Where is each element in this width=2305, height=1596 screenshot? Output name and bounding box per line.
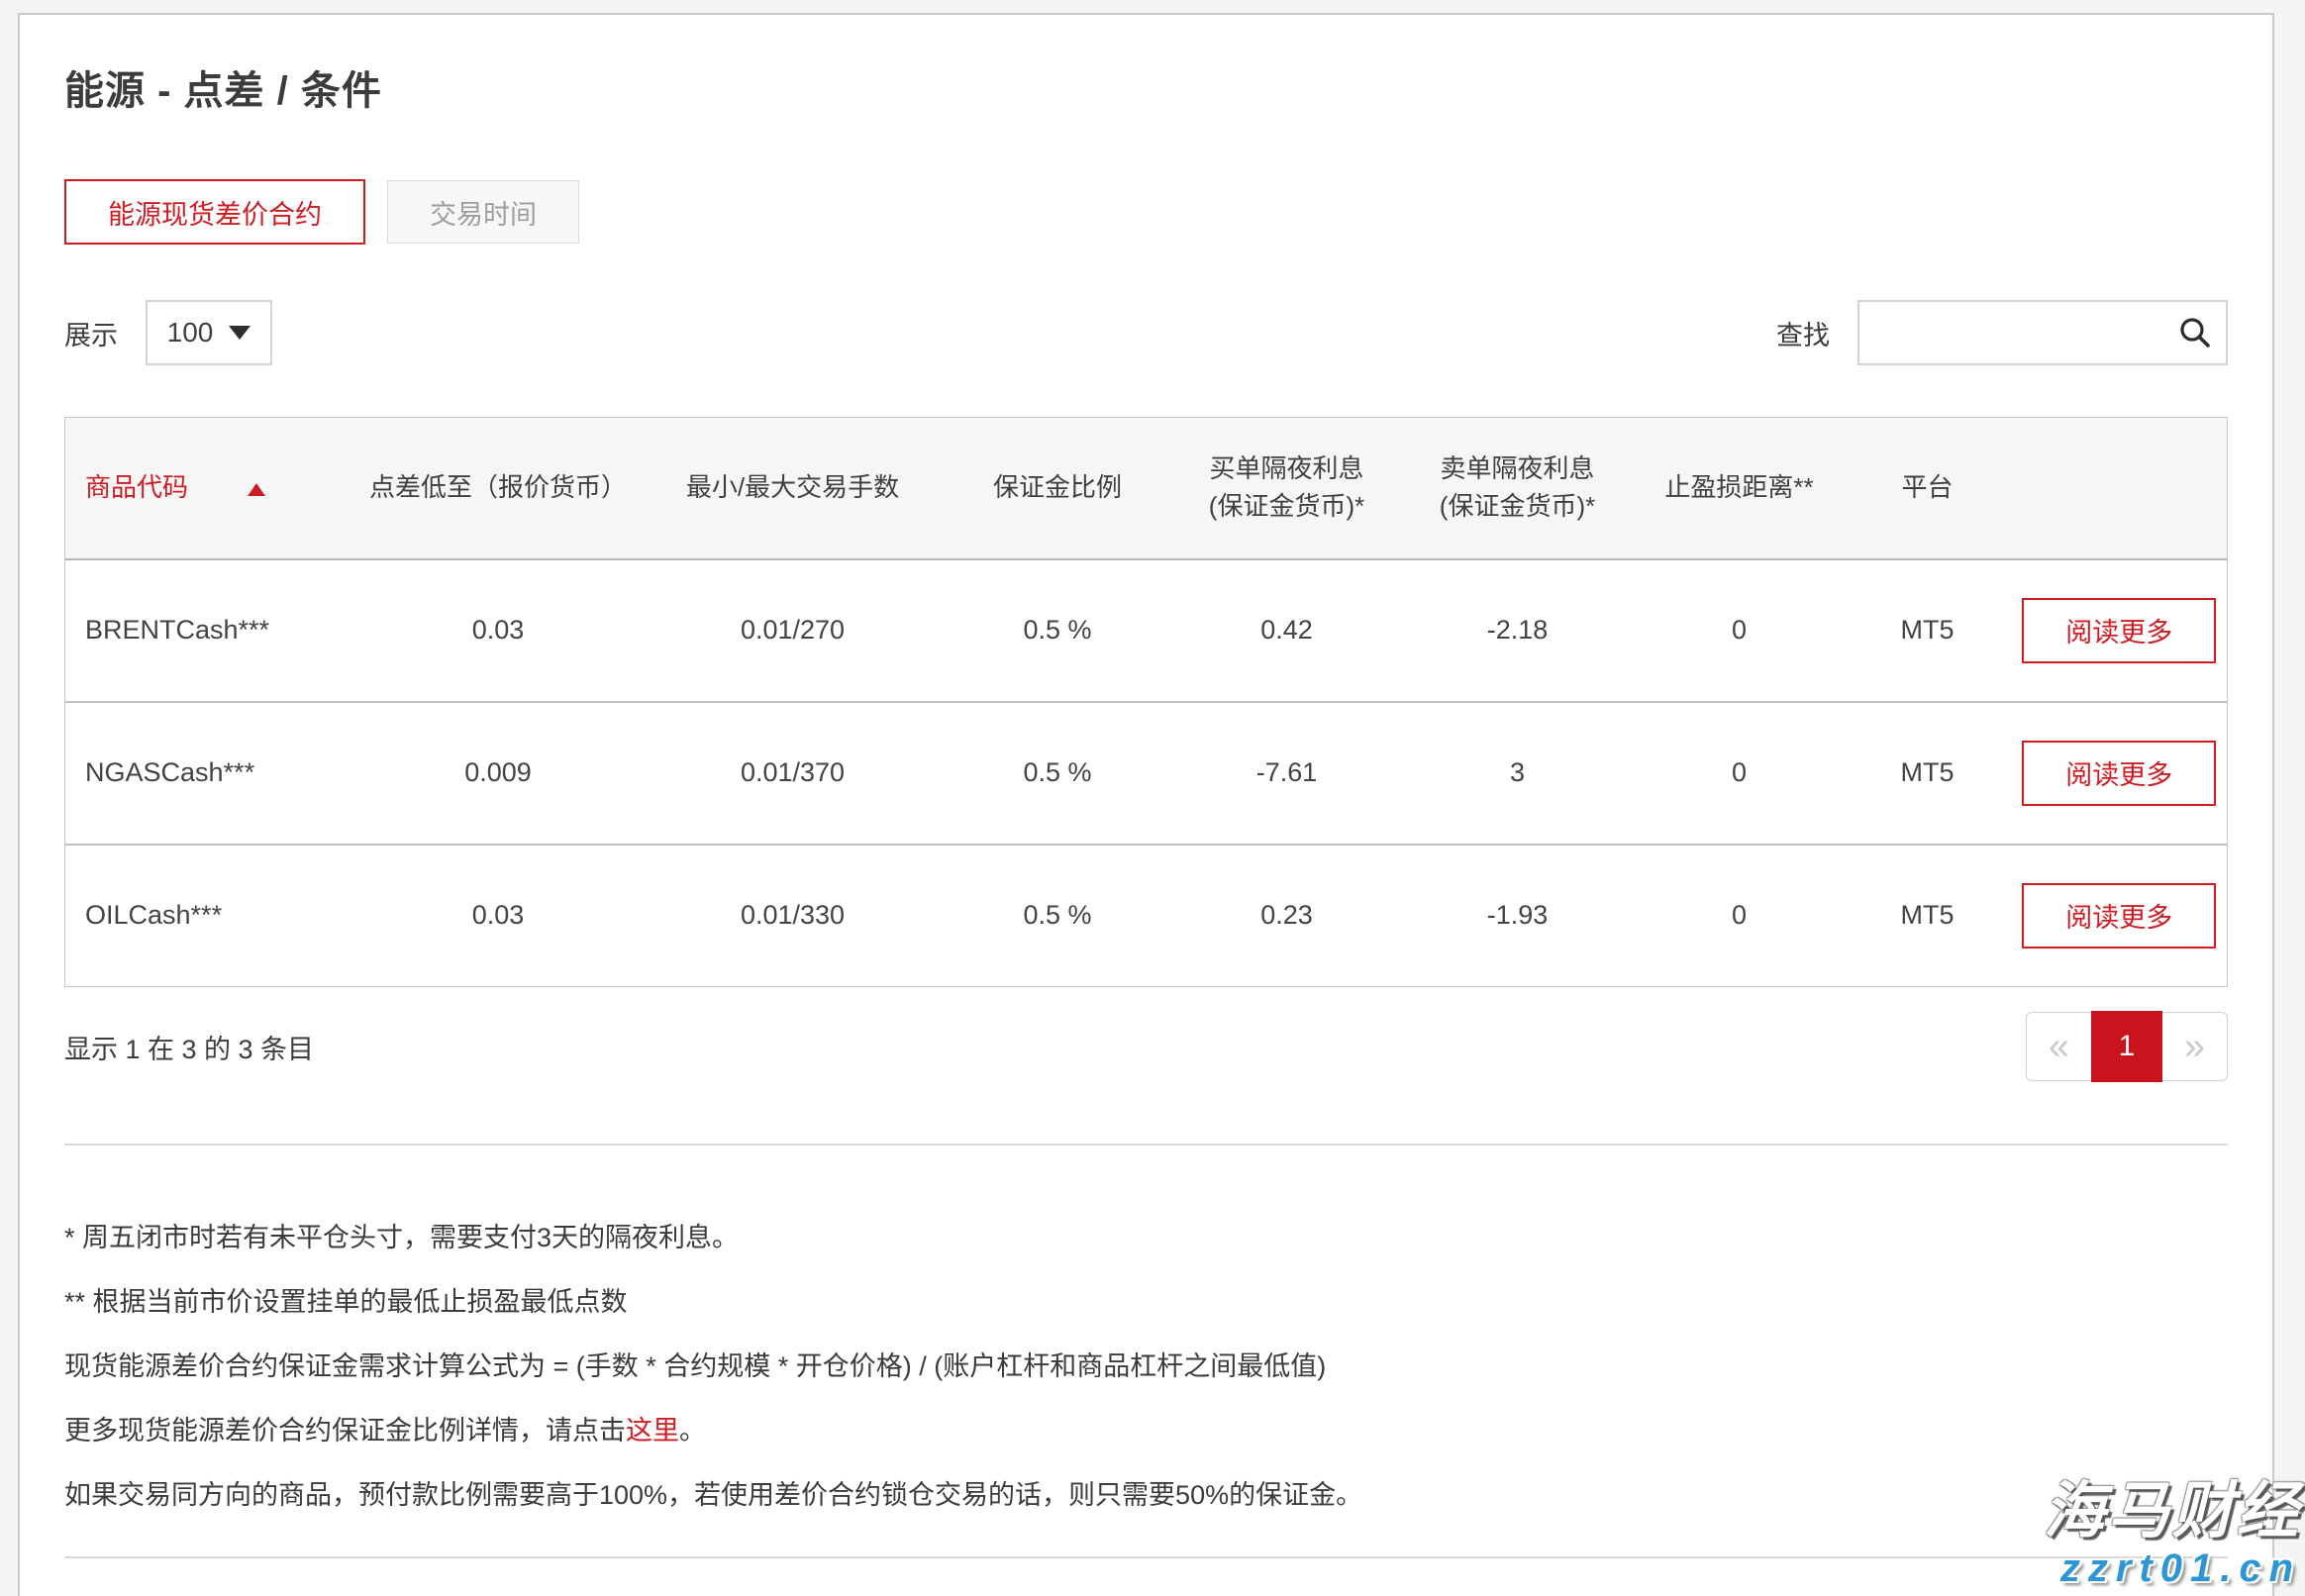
read-more-button[interactable]: 阅读更多: [2022, 741, 2216, 806]
search-group: 查找: [1776, 300, 2228, 365]
table-row: BRENTCash*** 0.03 0.01/270 0.5 % 0.42 -2…: [65, 559, 2228, 702]
page-size-group: 展示 100: [64, 300, 272, 365]
page-size-value: 100: [167, 317, 214, 349]
spreads-table: 商品代码 点差低至（报价货币） 最小/最大交易手数 保证金比例 买单隔夜利息 (…: [64, 417, 2228, 987]
column-header-swap-short[interactable]: 卖单隔夜利息 (保证金货币)*: [1400, 418, 1636, 559]
cell-swap-short: -2.18: [1400, 559, 1636, 702]
cell-actions: 阅读更多: [2012, 845, 2228, 987]
pager: « 1 »: [2026, 1011, 2228, 1082]
column-header-stop-level[interactable]: 止盈损距离**: [1636, 418, 1844, 559]
cell-stop-level: 0: [1636, 702, 1844, 845]
cell-stop-level: 0: [1636, 559, 1844, 702]
cell-symbol: OILCash***: [65, 845, 352, 987]
page-size-select[interactable]: 100: [146, 300, 272, 365]
tab-bar: 能源现货差价合约 交易时间: [64, 179, 2228, 245]
content-card: 能源 - 点差 / 条件 能源现货差价合约 交易时间 展示 100 查找: [18, 13, 2274, 1596]
note-more-details-suffix: 。: [679, 1416, 706, 1446]
cell-stop-level: 0: [1636, 845, 1844, 987]
cell-spread: 0.03: [352, 559, 645, 702]
note-margin-formula: 现货能源差价合约保证金需求计算公式为 = (手数 * 合约规模 * 开仓价格) …: [64, 1353, 2228, 1380]
section-divider: [64, 1144, 2228, 1146]
column-header-symbol[interactable]: 商品代码: [65, 418, 352, 559]
pagination-last-button[interactable]: »: [2162, 1012, 2228, 1081]
read-more-button[interactable]: 阅读更多: [2022, 598, 2216, 663]
cell-lots: 0.01/370: [645, 702, 942, 845]
here-link[interactable]: 这里: [626, 1416, 679, 1446]
chevron-down-icon: [229, 326, 251, 340]
note-stop-points: ** 根据当前市价设置挂单的最低止损盈最低点数: [64, 1289, 2228, 1316]
pagination-page-1-button[interactable]: 1: [2091, 1011, 2162, 1082]
column-header-margin[interactable]: 保证金比例: [942, 418, 1174, 559]
cell-platform: MT5: [1844, 702, 2012, 845]
cell-symbol: BRENTCash***: [65, 559, 352, 702]
column-header-platform[interactable]: 平台: [1844, 418, 2012, 559]
column-header-swap-short-label: 卖单隔夜利息 (保证金货币)*: [1424, 450, 1612, 525]
table-controls: 展示 100 查找: [64, 300, 2228, 365]
show-label: 展示: [64, 314, 118, 352]
cell-swap-long: -7.61: [1174, 702, 1400, 845]
cell-platform: MT5: [1844, 559, 2012, 702]
cell-spread: 0.03: [352, 845, 645, 987]
cell-swap-short: -1.93: [1400, 845, 1636, 987]
table-row: OILCash*** 0.03 0.01/330 0.5 % 0.23 -1.9…: [65, 845, 2228, 987]
cell-spread: 0.009: [352, 702, 645, 845]
pagination-first-button[interactable]: «: [2026, 1012, 2091, 1081]
read-more-button[interactable]: 阅读更多: [2022, 883, 2216, 948]
column-header-swap-long[interactable]: 买单隔夜利息 (保证金货币)*: [1174, 418, 1400, 559]
cell-swap-long: 0.42: [1174, 559, 1400, 702]
search-input[interactable]: [1859, 302, 2226, 363]
tab-trading-hours[interactable]: 交易时间: [387, 180, 579, 244]
cell-symbol: NGASCash***: [65, 702, 352, 845]
cell-swap-long: 0.23: [1174, 845, 1400, 987]
cell-platform: MT5: [1844, 845, 2012, 987]
search-box: [1857, 300, 2228, 365]
bottom-divider: [64, 1556, 2228, 1558]
column-header-spread[interactable]: 点差低至（报价货币）: [352, 418, 645, 559]
note-more-details-prefix: 更多现货能源差价合约保证金比例详情，请点击: [64, 1416, 626, 1446]
page-viewport: 能源 - 点差 / 条件 能源现货差价合约 交易时间 展示 100 查找: [0, 0, 2305, 1596]
cell-lots: 0.01/330: [645, 845, 942, 987]
search-label: 查找: [1776, 314, 1830, 352]
cell-lots: 0.01/270: [645, 559, 942, 702]
cell-margin: 0.5 %: [942, 559, 1174, 702]
column-header-symbol-label: 商品代码: [85, 472, 188, 502]
entries-summary: 显示 1 在 3 的 3 条目: [64, 1028, 314, 1066]
note-more-details: 更多现货能源差价合约保证金比例详情，请点击这里。: [64, 1418, 2228, 1445]
note-hedging: 如果交易同方向的商品，预付款比例需要高于100%，若使用差价合约锁仓交易的话，则…: [64, 1482, 2228, 1509]
pagination-row: 显示 1 在 3 的 3 条目 « 1 »: [64, 1011, 2228, 1082]
table-row: NGASCash*** 0.009 0.01/370 0.5 % -7.61 3…: [65, 702, 2228, 845]
note-swap-friday: * 周五闭市时若有未平仓头寸，需要支付3天的隔夜利息。: [64, 1225, 2228, 1251]
column-header-lots[interactable]: 最小/最大交易手数: [645, 418, 942, 559]
cell-actions: 阅读更多: [2012, 702, 2228, 845]
cell-margin: 0.5 %: [942, 845, 1174, 987]
footnotes: * 周五闭市时若有未平仓头寸，需要支付3天的隔夜利息。 ** 根据当前市价设置挂…: [64, 1225, 2228, 1509]
cell-actions: 阅读更多: [2012, 559, 2228, 702]
page-title: 能源 - 点差 / 条件: [64, 58, 2228, 116]
cell-margin: 0.5 %: [942, 702, 1174, 845]
search-icon: [2176, 314, 2214, 351]
column-header-actions: [2012, 418, 2228, 559]
column-header-swap-long-label: 买单隔夜利息 (保证金货币)*: [1193, 450, 1381, 525]
sort-ascending-icon: [248, 483, 265, 496]
tab-energy-cfd[interactable]: 能源现货差价合约: [64, 179, 365, 245]
table-header-row: 商品代码 点差低至（报价货币） 最小/最大交易手数 保证金比例 买单隔夜利息 (…: [65, 418, 2228, 559]
cell-swap-short: 3: [1400, 702, 1636, 845]
